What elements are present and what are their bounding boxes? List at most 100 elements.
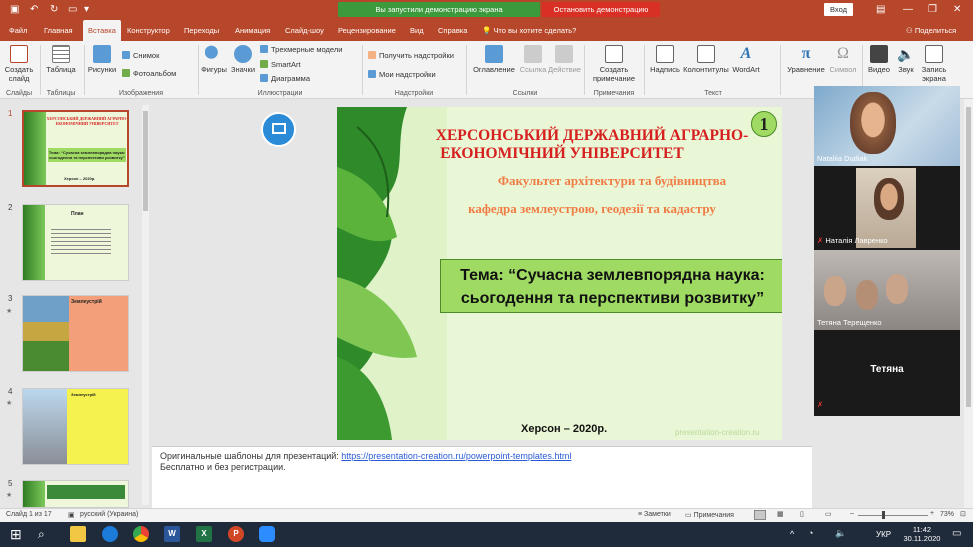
normal-view-icon[interactable] [754, 510, 766, 520]
fit-slide-icon[interactable]: ⊡ [960, 510, 966, 518]
close-icon[interactable]: ✕ [953, 4, 961, 15]
table-button[interactable]: Таблица [44, 45, 78, 74]
thumbnail-5[interactable] [22, 480, 129, 508]
tray-chevron-icon[interactable]: ^ [790, 529, 794, 539]
tab-design[interactable]: Конструктор [127, 20, 170, 41]
participant-name: Nataliia Dudiak [817, 154, 868, 163]
thumbnail-1[interactable]: ХЕРСОНСЬКИЙ ДЕРЖАВНИЙ АГРАРНО-ЕКОНОМІЧНИ… [22, 110, 129, 187]
participant-tile[interactable]: Тетяна Терещенко [814, 250, 960, 330]
zoom-slider-thumb[interactable] [882, 511, 885, 519]
screen-record-button[interactable]: Запись экрана [919, 45, 949, 83]
topic-line-2: сьогодення та перспективи розвитку” [460, 290, 765, 307]
excel-icon[interactable]: X [196, 526, 212, 542]
my-addins-button[interactable]: Мои надстройки [368, 70, 436, 80]
chrome-icon[interactable] [133, 526, 149, 542]
pictures-button[interactable]: Рисунки [86, 45, 118, 74]
language-indicator[interactable]: русский (Украина) [80, 511, 138, 518]
thumbnail-4[interactable]: Землеустрій [22, 388, 129, 465]
zoom-button[interactable]: Оглавление [470, 45, 518, 74]
chart-button[interactable]: Диаграмма [260, 74, 310, 84]
textbox-button[interactable]: Надпись [648, 45, 682, 74]
tab-slideshow[interactable]: Слайд-шоу [285, 20, 324, 41]
stop-share-button[interactable]: Остановить демонстрацию [542, 2, 660, 17]
action-button[interactable]: Действие [548, 45, 581, 74]
notes-toggle[interactable]: ≡ Заметки [638, 511, 671, 518]
symbol-button[interactable]: Ω Символ [828, 45, 858, 74]
tab-help[interactable]: Справка [438, 20, 467, 41]
tab-file[interactable]: Файл [9, 20, 27, 41]
input-language[interactable]: УКР [876, 530, 891, 539]
save-icon[interactable]: ▣ [10, 4, 19, 15]
comments-toggle[interactable]: ▭ Примечания [685, 511, 734, 519]
smartart-button[interactable]: SmartArt [260, 60, 301, 70]
redo-icon[interactable]: ↻ [50, 4, 58, 15]
editor-scrollbar[interactable] [964, 99, 973, 508]
new-comment-button[interactable]: Создать примечание [588, 45, 640, 83]
title-bar: ▣ ↶ ↻ ▭ ▾ Вы запустили демонстрацию экра… [0, 0, 973, 20]
file-explorer-icon[interactable] [70, 526, 86, 542]
participant-tile[interactable]: Тетяна ✗ [814, 332, 960, 412]
search-icon[interactable]: ⌕ [38, 526, 54, 542]
restore-icon[interactable]: ❐ [928, 4, 937, 15]
video-button[interactable]: Видео [865, 45, 893, 74]
zoom-app-icon[interactable] [259, 526, 275, 542]
new-slide-button[interactable]: Создать слайд [3, 45, 35, 83]
equation-button[interactable]: π Уравнение [784, 45, 828, 74]
wifi-icon[interactable]: ◔ [808, 528, 813, 538]
slideshow-view-icon[interactable]: ▭ [825, 510, 832, 518]
clock[interactable]: 11:42 30.11.2020 [903, 525, 941, 543]
customize-qat-icon[interactable]: ▾ [84, 4, 89, 15]
tell-me-search[interactable]: 💡 Что вы хотите сделать? [482, 20, 576, 41]
link-button[interactable]: Ссылка [518, 45, 548, 74]
powerpoint-icon[interactable]: P [228, 526, 244, 542]
header-footer-icon [697, 45, 715, 63]
camera-icon [122, 51, 130, 59]
edge-icon[interactable] [102, 526, 118, 542]
zoom-slider[interactable] [858, 515, 928, 516]
word-icon[interactable]: W [164, 526, 180, 542]
new-slide-icon [10, 45, 28, 63]
tab-transitions[interactable]: Переходы [184, 20, 219, 41]
shapes-button[interactable]: Фигуры [200, 45, 228, 74]
zoom-level[interactable]: 73% [940, 511, 954, 518]
participant-tile[interactable]: Nataliia Dudiak [814, 86, 960, 166]
tab-view[interactable]: Вид [410, 20, 424, 41]
header-footer-button[interactable]: Колонтитулы [683, 45, 729, 74]
volume-icon[interactable]: 🔈 [835, 528, 846, 539]
3d-models-button[interactable]: Трехмерные модели [260, 45, 342, 55]
thumbnail-3[interactable]: Землеустрій [22, 295, 129, 372]
notes-link[interactable]: https://presentation-creation.ru/powerpo… [341, 451, 571, 461]
reading-view-icon[interactable]: ▯ [800, 510, 804, 518]
undo-icon[interactable]: ↶ [30, 4, 38, 15]
photo-album-button[interactable]: Фотоальбом [122, 69, 176, 79]
tab-home[interactable]: Главная [44, 20, 73, 41]
slide-canvas[interactable]: 1 ХЕРСОНСЬКИЙ ДЕРЖАВНИЙ АГРАРНО- ЕКОНОМІ… [337, 107, 782, 440]
tab-animations[interactable]: Анимация [235, 20, 270, 41]
zoom-out-icon[interactable]: – [850, 510, 854, 517]
presenter-view-icon[interactable] [261, 112, 296, 147]
icons-button[interactable]: Значки [229, 45, 257, 74]
participant-tile[interactable]: ✗ Наталія Лавренко [814, 168, 960, 248]
start-slideshow-icon[interactable]: ▭ [68, 4, 77, 15]
minimize-icon[interactable]: — [903, 4, 913, 15]
notes-pane[interactable]: Оригинальные шаблоны для презентаций: ht… [152, 446, 812, 508]
share-button[interactable]: ⚇ Поделиться [906, 20, 956, 41]
thumbnail-2[interactable]: План [22, 204, 129, 281]
spellcheck-icon[interactable]: ▣ [68, 511, 75, 519]
lightbulb-icon: 💡 [482, 26, 492, 35]
windows-taskbar: ⊞ ⌕ W X P ^ ◔ 🔈 УКР 11:42 30.11.2020 ▭ [0, 522, 973, 547]
group-slides: Слайды [5, 90, 33, 97]
windows-start-icon[interactable]: ⊞ [10, 526, 26, 542]
sorter-view-icon[interactable]: ▦ [777, 510, 784, 518]
audio-button[interactable]: 🔈 Звук [893, 45, 919, 74]
tab-insert[interactable]: Вставка [83, 20, 121, 41]
ribbon-display-icon[interactable]: ▤ [876, 4, 885, 15]
zoom-in-icon[interactable]: + [930, 510, 934, 517]
tab-review[interactable]: Рецензирование [338, 20, 396, 41]
thumbnail-scrollbar[interactable] [142, 105, 149, 505]
wordart-button[interactable]: A WordArt [729, 45, 763, 74]
login-button[interactable]: Вход [824, 3, 853, 16]
snapshot-button[interactable]: Снимок [122, 51, 159, 61]
notifications-icon[interactable]: ▭ [952, 528, 961, 539]
get-addins-button[interactable]: Получить надстройки [368, 51, 454, 61]
